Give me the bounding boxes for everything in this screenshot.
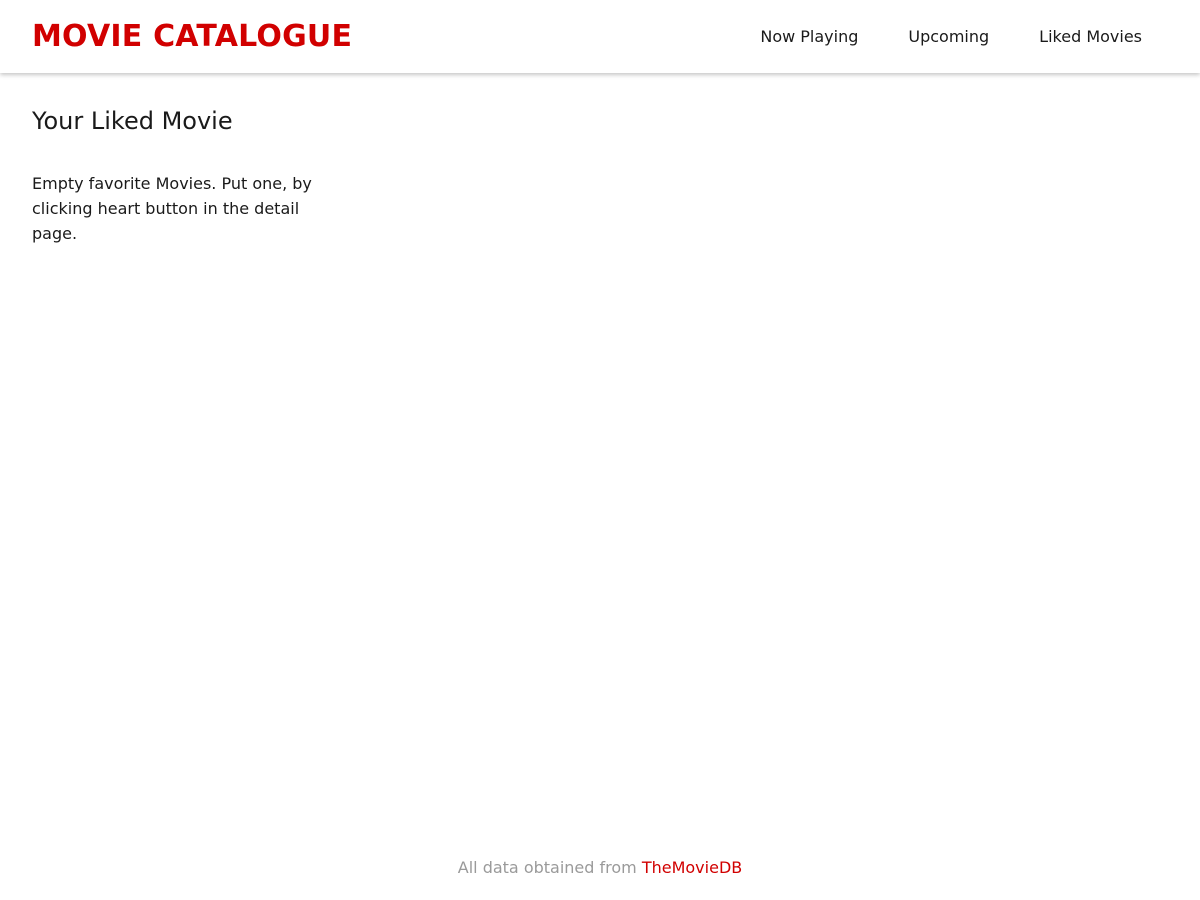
nav-link-now-playing[interactable]: Now Playing xyxy=(760,27,858,46)
nav-link-liked-movies[interactable]: Liked Movies xyxy=(1039,27,1142,46)
app-footer: All data obtained from TheMovieDB xyxy=(0,858,1200,877)
nav-link-upcoming[interactable]: Upcoming xyxy=(908,27,989,46)
app-header: MOVIE CATALOGUE Now Playing Upcoming Lik… xyxy=(0,0,1200,73)
main-nav: Now Playing Upcoming Liked Movies xyxy=(760,27,1142,46)
app-page: MOVIE CATALOGUE Now Playing Upcoming Lik… xyxy=(0,0,1200,900)
main-content: Your Liked Movie Empty favorite Movies. … xyxy=(0,73,1200,246)
empty-favorites-message: Empty favorite Movies. Put one, by click… xyxy=(32,174,312,243)
brand-logo-link[interactable]: MOVIE CATALOGUE xyxy=(32,19,352,54)
footer-themoviedb-link[interactable]: TheMovieDB xyxy=(642,858,742,877)
footer-attribution-text: All data obtained from xyxy=(457,858,642,877)
page-title: Your Liked Movie xyxy=(32,107,233,135)
